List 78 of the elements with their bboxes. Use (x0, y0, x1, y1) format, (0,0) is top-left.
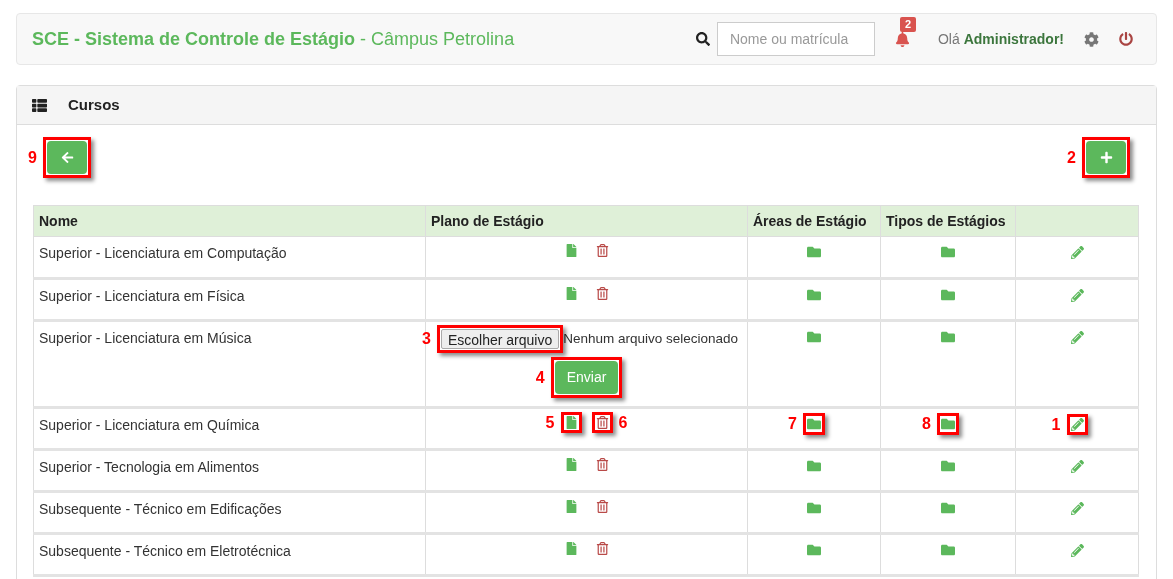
panel-title: Cursos (68, 94, 120, 115)
course-name: Subsequente - Técnico em Edificações (39, 501, 282, 518)
brand-title[interactable]: SCE - Sistema de Controle de Estágio (32, 25, 356, 53)
folder-icon[interactable] (941, 330, 955, 344)
pencil-icon[interactable] (1070, 331, 1084, 344)
callout-frame (591, 412, 613, 434)
file-icon[interactable] (564, 542, 578, 556)
pencil-icon[interactable] (1070, 246, 1084, 259)
brand-subtitle: - Câmpus Petrolina (360, 27, 515, 51)
pencil-icon[interactable] (1070, 460, 1084, 474)
folder-icon[interactable] (807, 330, 821, 344)
callout-number: 3 (422, 331, 431, 348)
back-button[interactable] (47, 141, 87, 174)
trash-icon[interactable] (595, 500, 609, 514)
callout-number: 7 (788, 416, 797, 433)
user-greeting: Olá Administrador! (937, 29, 1064, 49)
column-header: Tipos de Estágios (880, 205, 1016, 237)
trash-icon[interactable] (595, 416, 609, 430)
trash-icon[interactable] (595, 542, 609, 556)
power-icon[interactable] (1119, 32, 1133, 46)
file-icon[interactable] (564, 458, 578, 472)
pencil-icon[interactable] (1070, 289, 1084, 302)
callout-frame (937, 413, 959, 436)
file-icon[interactable] (564, 244, 578, 257)
folder-icon[interactable] (941, 417, 955, 432)
folder-icon[interactable] (941, 501, 955, 516)
choose-file-button[interactable]: Escolher arquivo (440, 329, 560, 350)
folder-icon[interactable] (941, 288, 955, 302)
callout-frame (803, 413, 825, 436)
pencil-icon[interactable] (1070, 544, 1084, 558)
callout-frame (43, 137, 91, 178)
callout-number: 4 (535, 369, 545, 386)
file-icon[interactable] (564, 500, 578, 514)
file-icon[interactable] (564, 287, 578, 300)
course-name: Superior - Licenciatura em Música (39, 330, 252, 346)
file-icon[interactable] (564, 416, 578, 430)
folder-icon[interactable] (807, 245, 821, 259)
pencil-icon[interactable] (1070, 502, 1084, 516)
file-status: Nenhum arquivo selecionado (563, 330, 739, 348)
course-name: Superior - Licenciatura em Computação (39, 245, 287, 261)
course-name: Subsequente - Técnico em Eletrotécnica (39, 543, 291, 560)
list-icon (32, 97, 47, 113)
folder-icon[interactable] (807, 543, 821, 558)
add-button[interactable] (1086, 141, 1126, 174)
folder-icon[interactable] (807, 417, 821, 432)
folder-icon[interactable] (941, 459, 955, 474)
course-name: Superior - Licenciatura em Física (39, 288, 245, 304)
callout-number: 5 (545, 414, 555, 431)
course-name: Superior - Licenciatura em Química (39, 417, 260, 434)
search-icon (695, 32, 710, 46)
callout-number: 1 (1051, 416, 1061, 433)
column-header: Áreas de Estágio (747, 205, 881, 237)
course-name: Superior - Tecnologia em Alimentos (39, 459, 259, 476)
arrow-left-icon (60, 151, 74, 164)
notification-count: 2 (899, 16, 917, 32)
column-header: Plano de Estágio (425, 205, 748, 237)
settings-icon[interactable] (1084, 31, 1099, 47)
bell-icon[interactable] (894, 31, 910, 47)
folder-icon[interactable] (807, 501, 821, 516)
trash-icon[interactable] (595, 287, 609, 300)
trash-icon[interactable] (595, 244, 609, 257)
callout-frame (560, 412, 582, 434)
search-field[interactable]: Nome ou matrícula (716, 22, 875, 56)
callout-frame (1082, 137, 1130, 178)
plus-icon (1099, 151, 1113, 164)
folder-icon[interactable] (807, 288, 821, 302)
column-header: Nome (33, 205, 426, 237)
submit-button[interactable]: Enviar (554, 361, 619, 395)
trash-icon[interactable] (595, 458, 609, 472)
callout-number: 8 (922, 416, 931, 433)
pencil-icon[interactable] (1070, 418, 1084, 432)
callout-number: 9 (28, 149, 37, 166)
callout-number: 2 (1067, 149, 1076, 166)
folder-icon[interactable] (941, 245, 955, 259)
folder-icon[interactable] (807, 459, 821, 474)
callout-number: 6 (618, 414, 628, 431)
folder-icon[interactable] (941, 543, 955, 558)
callout-frame (1066, 414, 1088, 436)
